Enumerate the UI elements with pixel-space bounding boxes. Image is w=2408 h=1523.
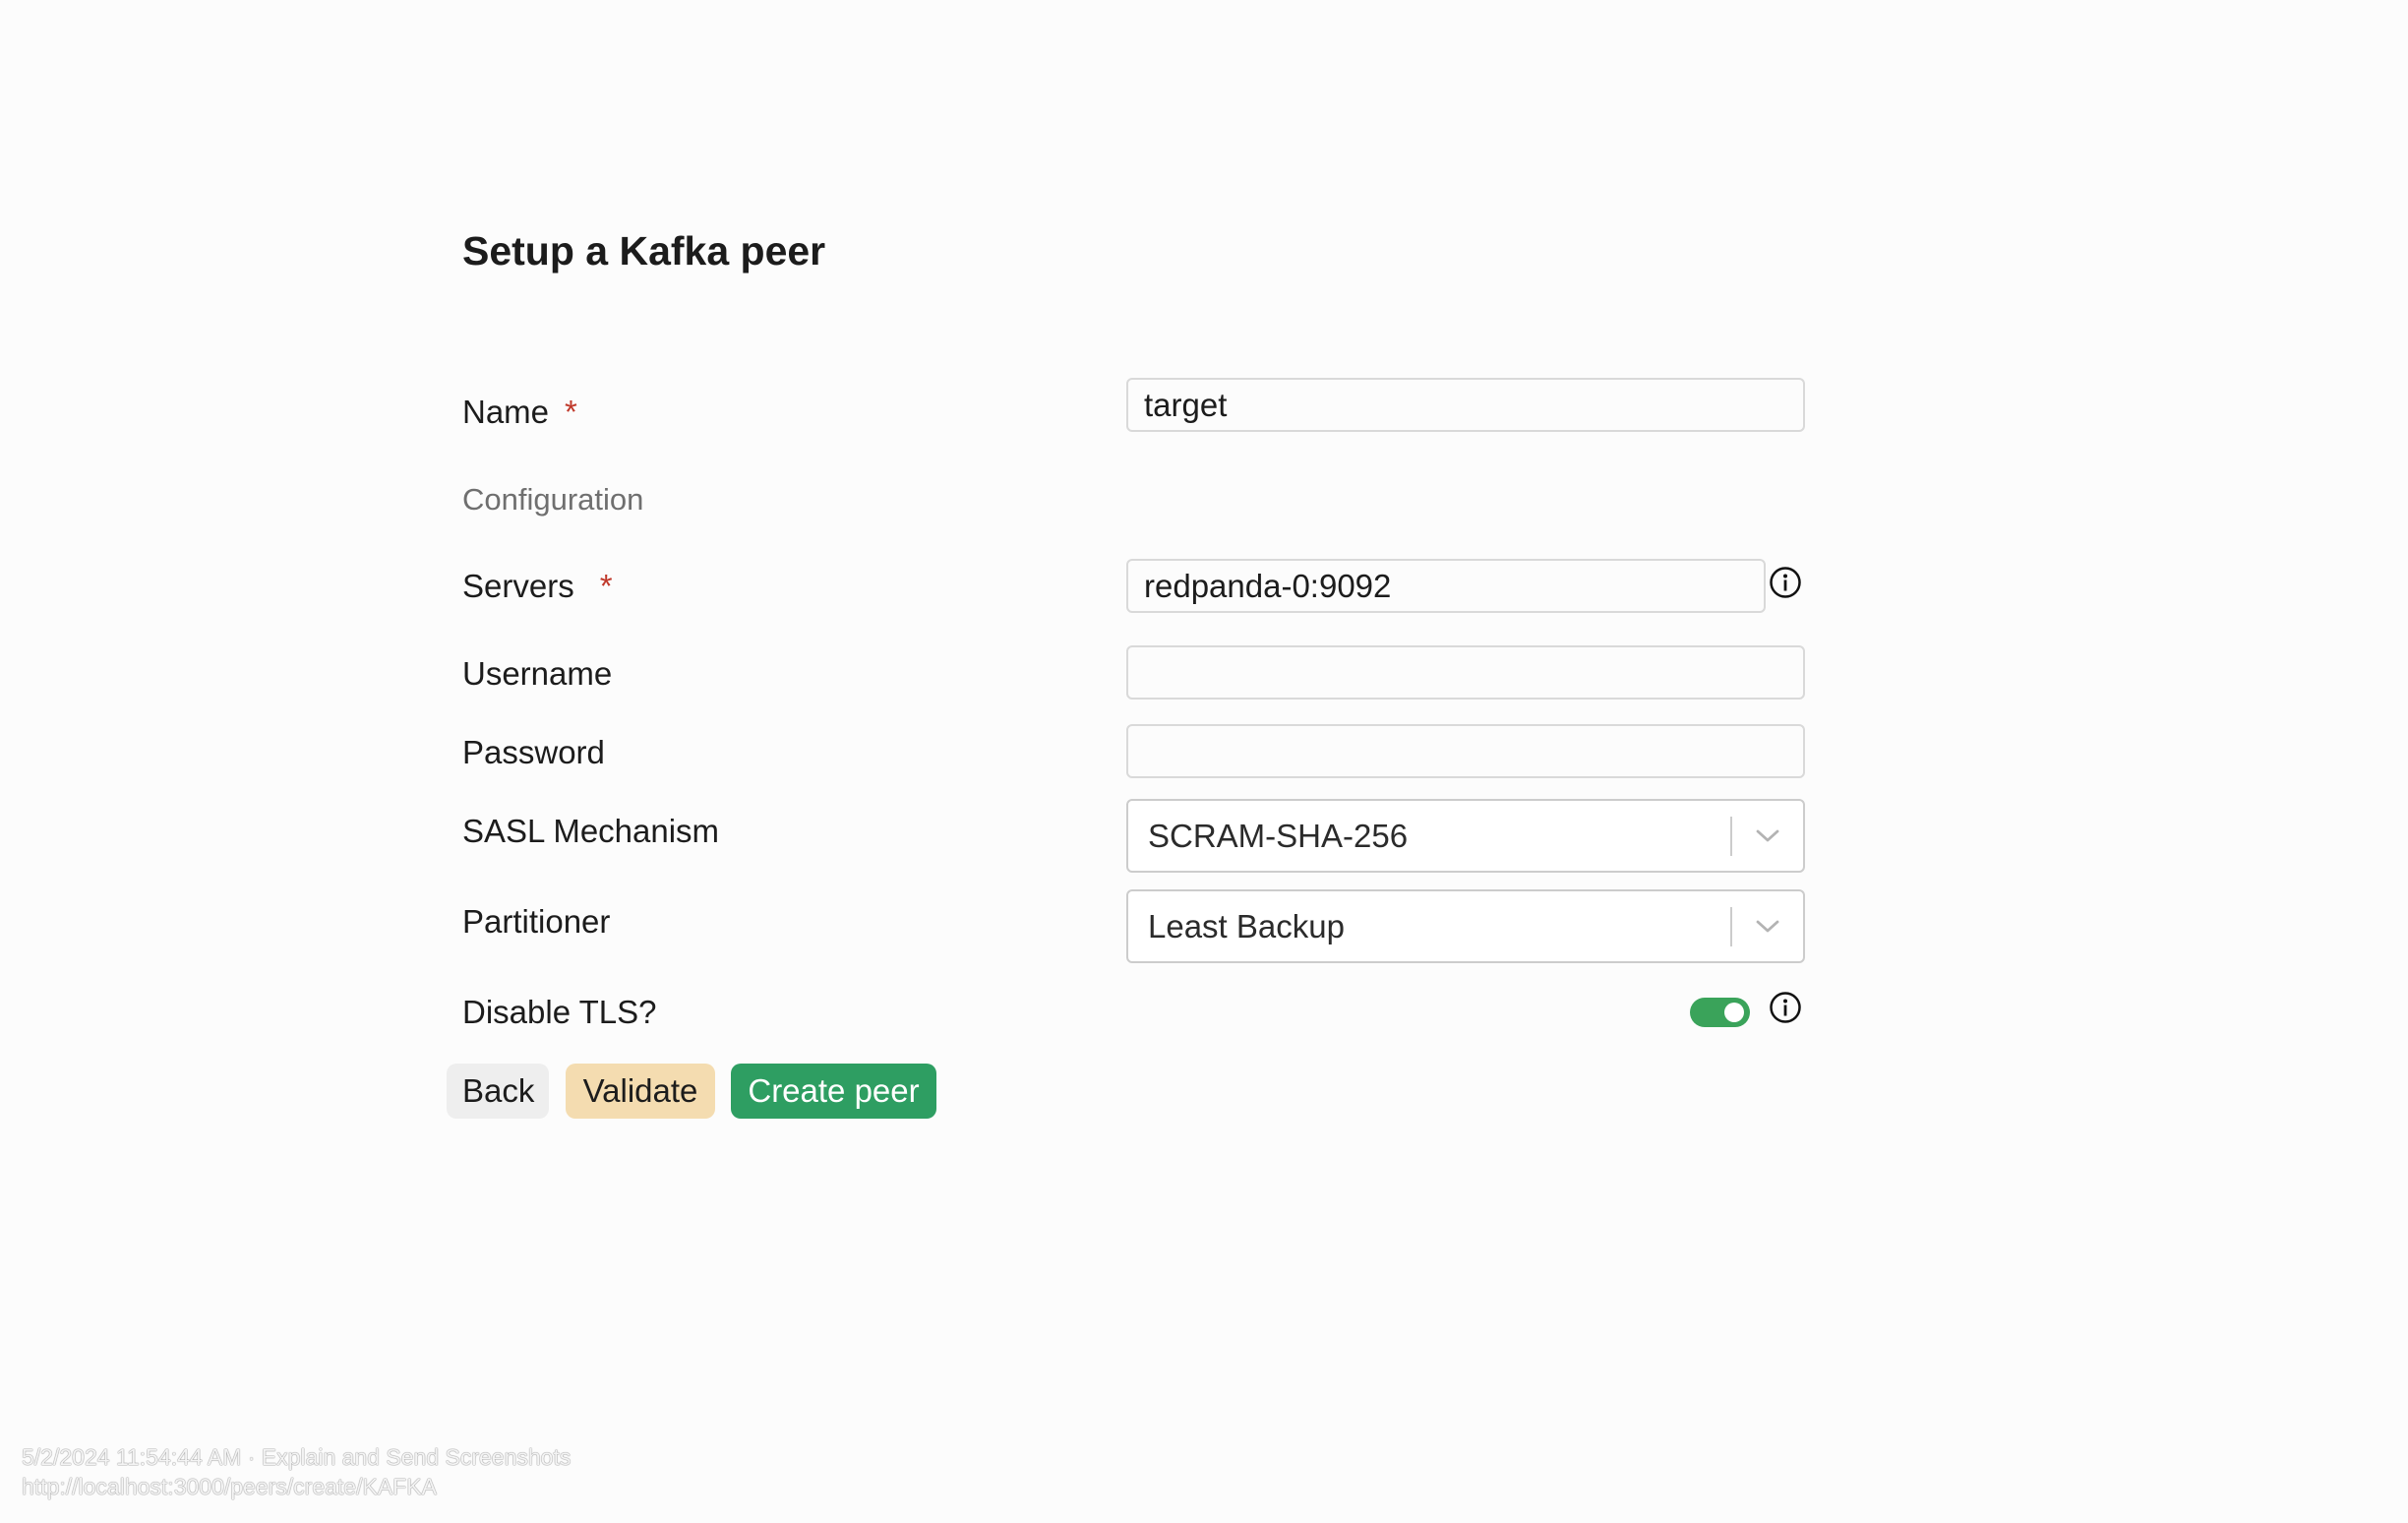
partitioner-label: Partitioner xyxy=(462,903,611,940)
partitioner-select[interactable]: Least Backup xyxy=(1126,889,1805,963)
partitioner-dropdown-indicator[interactable] xyxy=(1732,891,1803,961)
password-label: Password xyxy=(462,734,605,770)
validate-button[interactable]: Validate xyxy=(566,1064,715,1119)
configuration-section-label: Configuration xyxy=(462,482,644,517)
servers-required-mark: * xyxy=(599,568,613,604)
sasl-mechanism-selected-value: SCRAM-SHA-256 xyxy=(1148,817,1409,854)
servers-info-icon[interactable] xyxy=(1769,566,1802,599)
back-button[interactable]: Back xyxy=(447,1064,549,1119)
username-input[interactable] xyxy=(1126,645,1805,700)
servers-input[interactable] xyxy=(1126,559,1766,613)
sasl-mechanism-select[interactable]: SCRAM-SHA-256 xyxy=(1126,799,1805,873)
disable-tls-toggle-knob xyxy=(1724,1003,1744,1022)
chevron-down-icon xyxy=(1756,920,1779,932)
partitioner-selected-value: Least Backup xyxy=(1148,907,1345,944)
screenshot-url: http://localhost:3000/peers/create/KAFKA xyxy=(22,1474,437,1499)
sasl-mechanism-dropdown-indicator[interactable] xyxy=(1732,801,1803,871)
tls-info-icon[interactable] xyxy=(1769,991,1802,1024)
disable-tls-toggle[interactable] xyxy=(1690,998,1750,1027)
name-label: Name * xyxy=(462,396,577,428)
disable-tls-label: Disable TLS? xyxy=(462,994,657,1030)
servers-label-text: Servers xyxy=(462,568,574,604)
create-peer-button[interactable]: Create peer xyxy=(731,1064,936,1119)
screenshot-timestamp: 5/2/2024 11:54:44 AM · Explain and Send … xyxy=(22,1444,572,1470)
servers-label: Servers * xyxy=(462,570,613,602)
sasl-mechanism-label: SASL Mechanism xyxy=(462,813,720,849)
name-input[interactable] xyxy=(1126,378,1805,432)
name-label-text: Name xyxy=(462,394,550,430)
page-title: Setup a Kafka peer xyxy=(462,228,826,274)
name-required-mark: * xyxy=(565,394,577,430)
password-input[interactable] xyxy=(1126,724,1805,778)
chevron-down-icon xyxy=(1756,829,1779,841)
username-label: Username xyxy=(462,655,613,692)
